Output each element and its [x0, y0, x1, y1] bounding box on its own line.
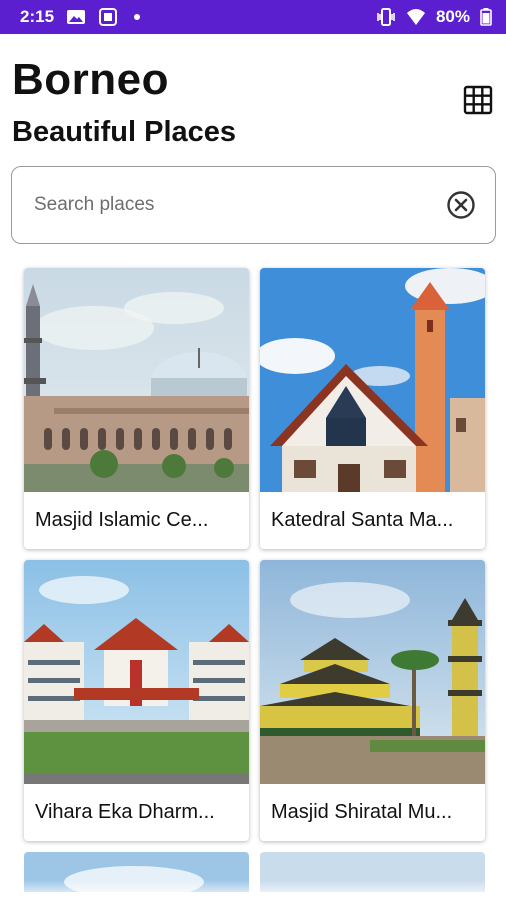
place-card[interactable]: Masjid Shiratal Mu... — [260, 560, 485, 841]
battery-percent: 80% — [435, 7, 470, 26]
status-bar: 2:15 80% — [0, 0, 506, 34]
place-name: Masjid Shiratal Mu... — [271, 801, 453, 823]
bottom-fade — [0, 880, 506, 900]
photo-notification-icon — [67, 10, 86, 24]
header: Borneo Beautiful Places — [12, 56, 236, 152]
app-notification-icon — [99, 8, 118, 26]
place-card[interactable]: Vihara Eka Dharm... — [24, 560, 249, 841]
search-input[interactable] — [34, 194, 445, 216]
page-subtitle: Beautiful Places — [12, 116, 237, 148]
place-image-cathedral — [260, 268, 485, 492]
page-title: Borneo — [12, 55, 169, 104]
place-image-mosque — [24, 268, 249, 492]
search-bar — [11, 166, 496, 244]
place-card[interactable]: Katedral Santa Ma... — [260, 268, 485, 549]
place-name: Vihara Eka Dharm... — [35, 801, 215, 823]
place-image-vihara — [24, 560, 249, 784]
status-time: 2:15 — [20, 7, 55, 26]
battery-icon — [480, 8, 492, 26]
place-name: Masjid Islamic Ce... — [35, 509, 209, 531]
wifi-icon — [406, 9, 425, 25]
place-name: Katedral Santa Ma... — [271, 509, 454, 531]
vibrate-icon — [377, 8, 395, 26]
grid-view-icon[interactable] — [462, 84, 494, 116]
clear-circle-icon[interactable] — [445, 189, 477, 221]
place-card[interactable]: Masjid Islamic Ce... — [24, 268, 249, 549]
place-image-wooden-mosque — [260, 560, 485, 784]
notification-dot-icon — [134, 14, 141, 20]
